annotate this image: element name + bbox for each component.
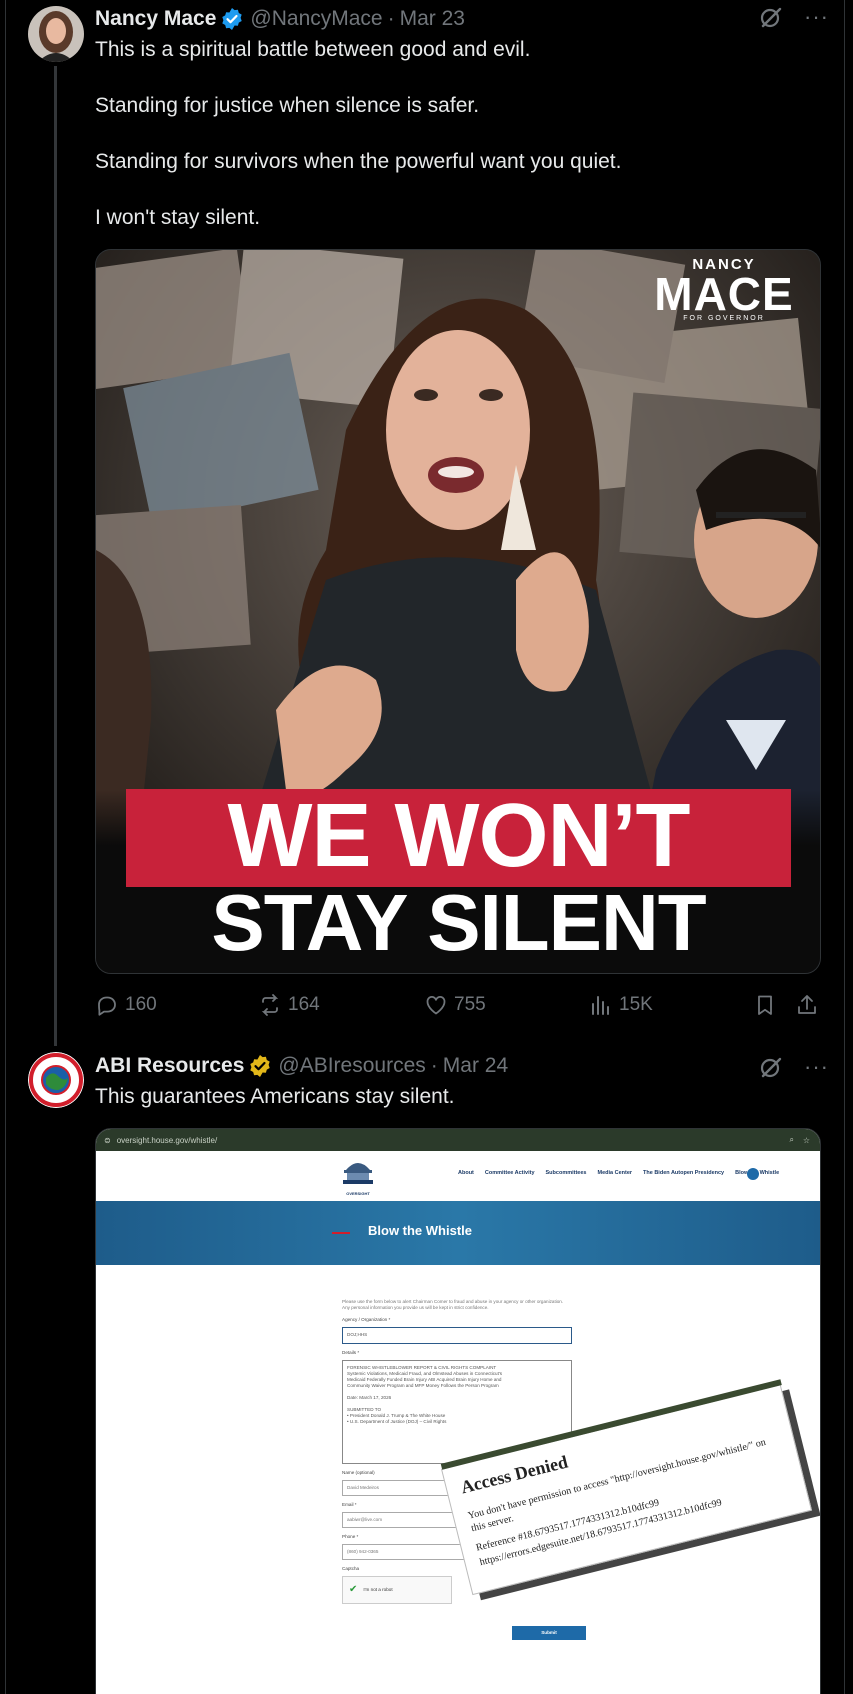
nav-subcommittees[interactable]: Subcommittees (546, 1170, 587, 1176)
phone-value: (860) 942-0365 (347, 1549, 379, 1554)
avatar[interactable] (28, 1052, 84, 1108)
like-button[interactable]: 755 (424, 993, 486, 1017)
tweet-text-line: This is a spiritual battle between good … (95, 38, 531, 61)
zoom-icon: ⌕ (789, 1135, 794, 1144)
like-count: 755 (454, 994, 486, 1015)
nav-about[interactable]: About (458, 1170, 474, 1176)
site-search-icon[interactable] (747, 1168, 759, 1180)
details-label: Details * (342, 1350, 360, 1355)
separator-dot: · (387, 7, 395, 30)
bookmark-button[interactable] (753, 993, 777, 1017)
headline-line-1: WE WON’T (227, 786, 691, 886)
repost-count: 164 (288, 994, 320, 1015)
share-icon (798, 995, 816, 1014)
post-date[interactable]: Mar 23 (400, 7, 465, 31)
tweet-text: This is a spiritual battle between good … (95, 36, 621, 232)
tweet-text-line: Standing for survivors when the powerful… (95, 150, 622, 173)
logo-text: OVERSIGHT (346, 1191, 370, 1196)
tweet-header: Nancy Mace @NancyMace · Mar 23 (95, 4, 465, 34)
reply-icon (98, 996, 116, 1016)
more-options-icon[interactable]: ··· (804, 1056, 829, 1078)
grok-icon[interactable] (758, 1054, 784, 1080)
tweet-abi-resources[interactable]: ABI Resources @ABIresources · Mar 24 ···… (0, 1048, 853, 1694)
details-line: • U.S. Department of Justice (DOJ) – Civ… (347, 1419, 447, 1424)
verified-gold-badge-icon (248, 1054, 272, 1078)
agency-value: DOJ;HHS (347, 1332, 368, 1337)
site-nav: About Committee Activity Subcommittees M… (458, 1170, 779, 1176)
heart-icon (426, 996, 446, 1015)
view-count: 15K (619, 994, 653, 1015)
tweet-header: ABI Resources @ABIresources · Mar 24 (95, 1051, 508, 1081)
nav-media-center[interactable]: Media Center (597, 1170, 632, 1176)
author-handle[interactable]: @NancyMace (250, 7, 382, 31)
nav-biden-autopen[interactable]: The Biden Autopen Presidency (643, 1170, 724, 1176)
tweet-image[interactable]: ⊜ oversight.house.gov/whistle/ ⌕ ☆ OVERS… (95, 1128, 821, 1694)
author-handle[interactable]: @ABIresources (278, 1054, 425, 1078)
repost-button[interactable]: 164 (258, 993, 320, 1017)
checkmark-icon: ✔ (349, 1584, 358, 1595)
verified-badge-icon (220, 7, 244, 31)
separator-dot: · (430, 1054, 438, 1077)
repost-icon (261, 994, 279, 1016)
submit-button[interactable]: Submit (512, 1626, 586, 1640)
bookmark-icon (758, 995, 772, 1015)
tweet-text: This guarantees Americans stay silent. (95, 1085, 455, 1108)
agency-label: Agency / Organization * (342, 1317, 391, 1322)
browser-url: oversight.house.gov/whistle/ (116, 1135, 218, 1145)
banner-accent (332, 1232, 350, 1234)
submit-label: Submit (541, 1630, 557, 1635)
oversight-logo: OVERSIGHT (340, 1156, 376, 1196)
views-button[interactable]: 15K (589, 993, 653, 1017)
page-banner: Blow the Whistle (96, 1201, 820, 1265)
tweet-image[interactable]: NANCY MACE FOR GOVERNOR WE WON’T STAY SI… (95, 249, 821, 974)
logo-main: MACE (654, 268, 794, 320)
avatar[interactable] (28, 6, 84, 62)
browser-address-bar: ⊜ oversight.house.gov/whistle/ ⌕ ☆ (96, 1129, 820, 1151)
star-icon: ☆ (802, 1135, 810, 1145)
thread-connector-line (54, 66, 57, 1046)
reply-count: 160 (125, 994, 157, 1015)
reply-button[interactable]: 160 (95, 993, 157, 1017)
banner-title: Blow the Whistle (368, 1223, 472, 1238)
email-value: aabiwr@live.com (347, 1517, 383, 1522)
agency-input[interactable]: DOJ;HHS (342, 1327, 572, 1344)
tweet-actions: 160 164 755 15K (95, 990, 825, 1024)
tweet-text-line: Standing for justice when silence is saf… (95, 94, 480, 117)
author-name[interactable]: Nancy Mace (95, 7, 216, 31)
name-value: David Medeiros (347, 1485, 379, 1490)
tweet-nancy-mace[interactable]: Nancy Mace @NancyMace · Mar 23 ··· This … (0, 0, 853, 1046)
tweet-text-line: I won't stay silent. (95, 206, 261, 229)
more-options-icon[interactable]: ··· (804, 6, 829, 28)
form-intro: Please use the form below to alert Chair… (342, 1299, 564, 1310)
post-date[interactable]: Mar 24 (443, 1054, 508, 1078)
campaign-logo: NANCY MACE FOR GOVERNOR (640, 256, 808, 322)
nav-committee-activity[interactable]: Committee Activity (485, 1170, 535, 1176)
site-info-icon: ⊜ (104, 1135, 111, 1145)
analytics-icon (592, 996, 609, 1015)
captcha-text: I'm not a robot (363, 1587, 393, 1592)
captcha-widget[interactable]: ✔ I'm not a robot (342, 1576, 452, 1604)
author-name[interactable]: ABI Resources (95, 1054, 244, 1078)
site-header: OVERSIGHT About Committee Activity Subco… (96, 1151, 820, 1201)
grok-icon[interactable] (758, 4, 784, 30)
headline-line-2: STAY SILENT (211, 878, 706, 967)
share-button[interactable] (795, 993, 819, 1017)
